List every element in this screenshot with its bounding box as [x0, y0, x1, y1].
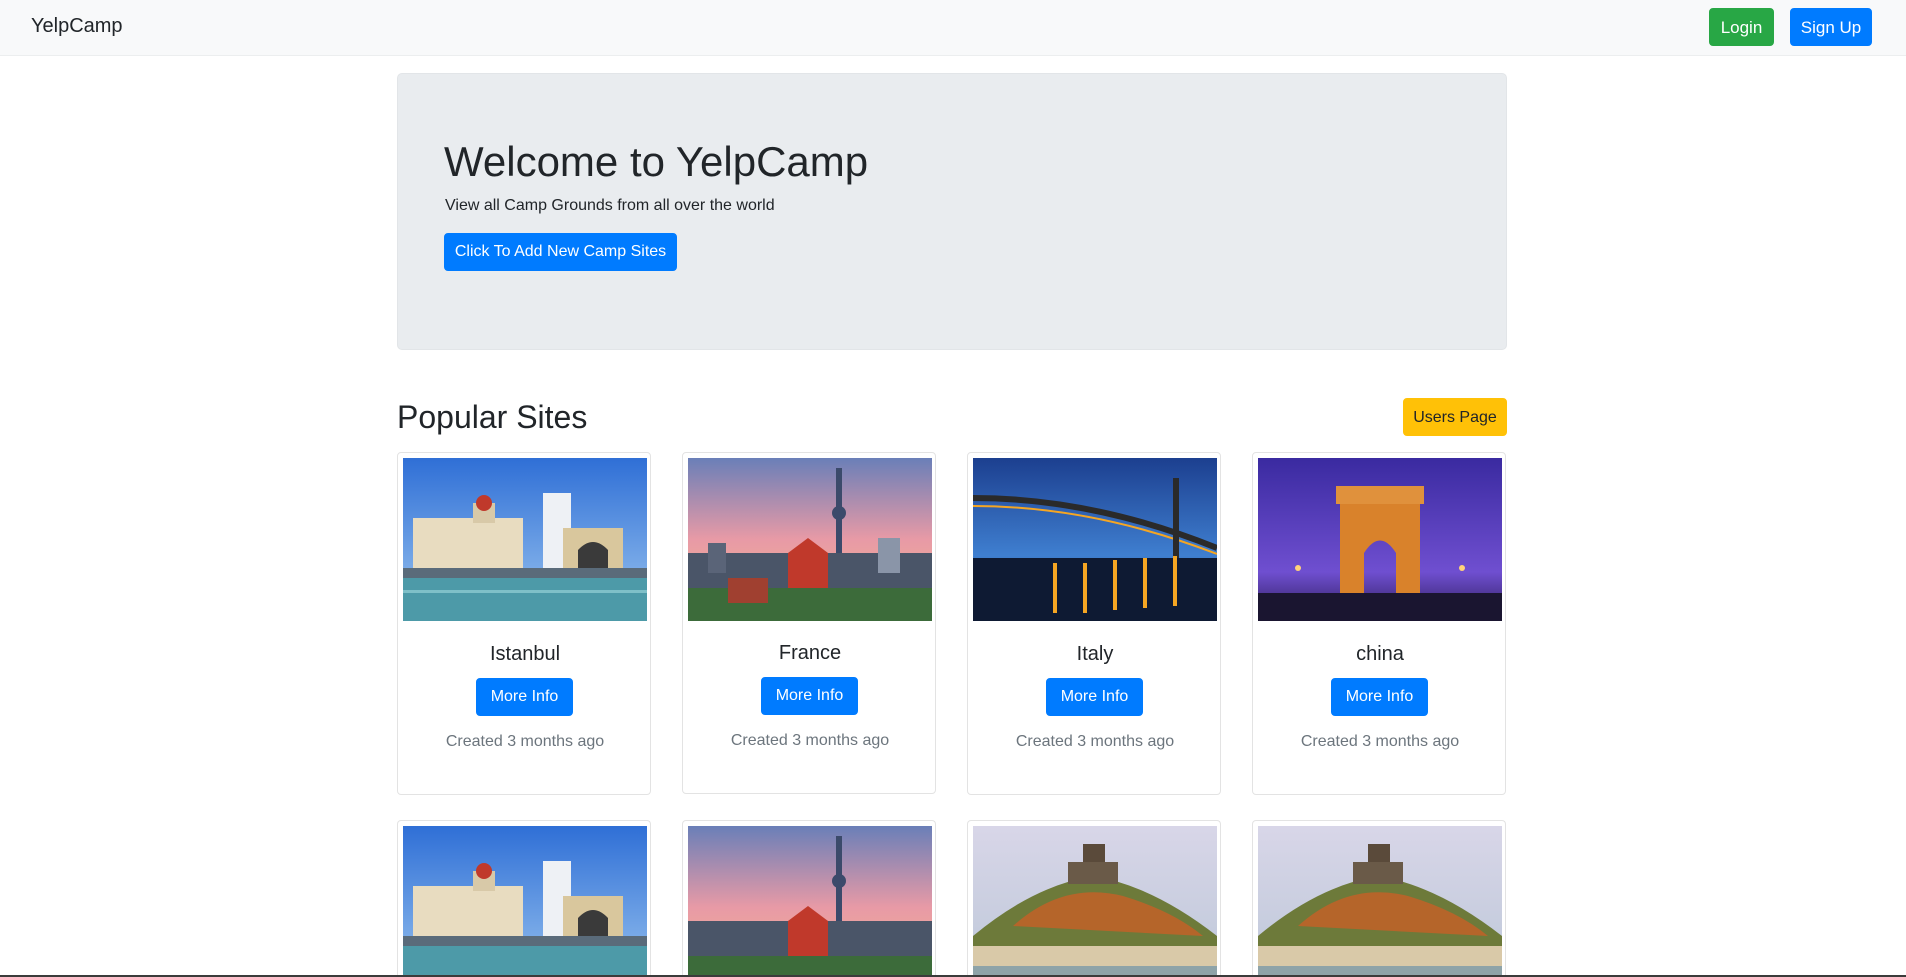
- add-camp-site-button[interactable]: Click To Add New Camp Sites: [444, 233, 677, 271]
- more-info-button[interactable]: More Info: [1046, 678, 1143, 716]
- campground-image[interactable]: [688, 458, 932, 621]
- users-page-button[interactable]: Users Page: [1403, 398, 1507, 436]
- campground-image[interactable]: [403, 826, 647, 977]
- more-info-button[interactable]: More Info: [761, 677, 858, 715]
- campground-card: France More Info Created 3 months ago: [682, 452, 936, 794]
- more-info-button[interactable]: More Info: [476, 678, 573, 716]
- brand-logo-link[interactable]: YelpCamp: [31, 15, 123, 38]
- campground-card: [397, 820, 651, 977]
- more-info-button[interactable]: More Info: [1331, 678, 1428, 716]
- campground-title: France: [778, 642, 842, 664]
- campground-card: Istanbul More Info Created 3 months ago: [397, 452, 651, 795]
- campground-card: [682, 820, 936, 977]
- jumbotron-title: Welcome to YelpCamp: [444, 138, 869, 185]
- campground-card: china More Info Created 3 months ago: [1252, 452, 1506, 795]
- created-timestamp: Created 3 months ago: [1015, 733, 1175, 750]
- campground-image[interactable]: [973, 458, 1217, 621]
- campground-image[interactable]: [1258, 458, 1502, 621]
- login-button[interactable]: Login: [1709, 8, 1774, 46]
- jumbotron-subtitle: View all Camp Grounds from all over the …: [445, 197, 775, 214]
- created-timestamp: Created 3 months ago: [730, 732, 890, 749]
- campground-card: [967, 820, 1221, 977]
- signup-button[interactable]: Sign Up: [1790, 8, 1872, 46]
- top-navbar: YelpCamp Login Sign Up: [0, 0, 1906, 56]
- campground-title: china: [1356, 643, 1404, 665]
- campground-image[interactable]: [403, 458, 647, 621]
- created-timestamp: Created 3 months ago: [445, 733, 605, 750]
- created-timestamp: Created 3 months ago: [1300, 733, 1460, 750]
- welcome-jumbotron: Welcome to YelpCamp View all Camp Ground…: [397, 73, 1507, 350]
- campground-title: Italy: [1076, 643, 1114, 665]
- campground-card: Italy More Info Created 3 months ago: [967, 452, 1221, 795]
- popular-sites-heading: Popular Sites: [397, 399, 588, 435]
- campground-card: [1252, 820, 1506, 977]
- campground-image[interactable]: [688, 826, 932, 977]
- campground-image[interactable]: [973, 826, 1217, 977]
- campground-image[interactable]: [1258, 826, 1502, 977]
- campground-title: Istanbul: [489, 643, 561, 665]
